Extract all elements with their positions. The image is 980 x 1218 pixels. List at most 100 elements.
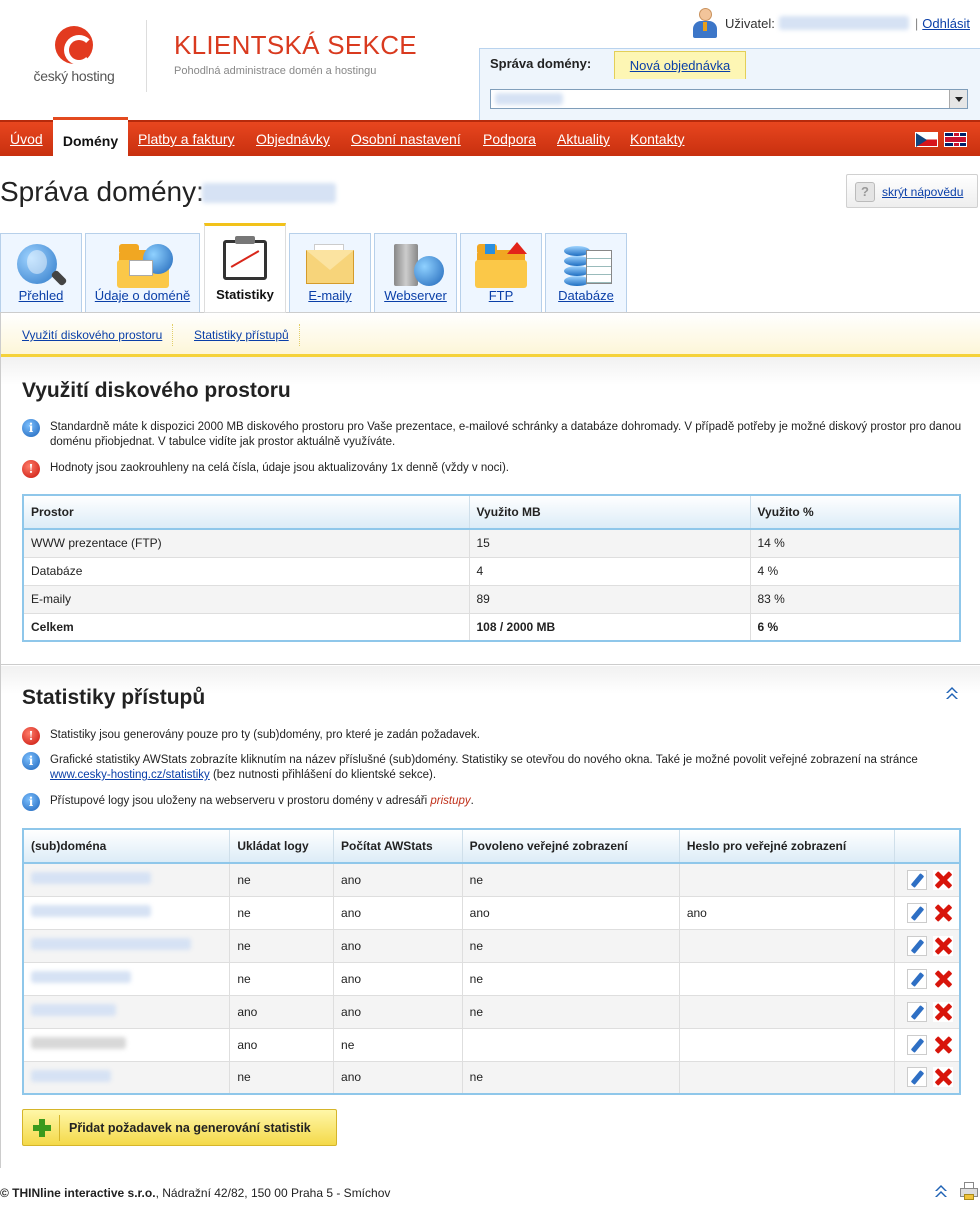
subdomain-cell[interactable] bbox=[23, 995, 231, 1029]
logout-link[interactable]: Odhlásit bbox=[922, 16, 970, 31]
menu-item-domeny[interactable]: Domény bbox=[53, 117, 128, 158]
cell: Databáze bbox=[23, 557, 470, 586]
cell: ne bbox=[229, 929, 335, 963]
subnav-disk-usage[interactable]: Využití diskového prostoru bbox=[12, 324, 174, 346]
cell: ano bbox=[229, 995, 335, 1029]
logs-info-text-b: . bbox=[470, 795, 474, 807]
menu-item-objednavky[interactable]: Objednávky bbox=[256, 122, 330, 156]
tab-prehled[interactable]: Přehled bbox=[0, 233, 82, 313]
cell bbox=[679, 995, 895, 1029]
hide-help-label[interactable]: skrýt nápovědu bbox=[882, 185, 963, 199]
cell bbox=[679, 962, 895, 996]
subdomain-redacted[interactable] bbox=[31, 971, 131, 983]
menu-item-uvod[interactable]: Úvod bbox=[10, 122, 43, 156]
delete-icon[interactable] bbox=[933, 968, 953, 989]
subdomain-cell[interactable] bbox=[23, 863, 231, 897]
row-actions bbox=[894, 896, 961, 930]
tab-databaze[interactable]: Databáze bbox=[545, 233, 627, 313]
tab-webserver[interactable]: Webserver bbox=[374, 233, 457, 313]
cell: ne bbox=[462, 929, 680, 963]
delete-icon[interactable] bbox=[933, 1034, 953, 1055]
cell: WWW prezentace (FTP) bbox=[23, 529, 470, 558]
subdomain-cell[interactable] bbox=[23, 929, 231, 963]
tab-udaje-o-domene[interactable]: Údaje o doméně bbox=[85, 233, 200, 313]
delete-icon[interactable] bbox=[933, 1001, 953, 1022]
tab-e-maily-label[interactable]: E-maily bbox=[290, 288, 370, 303]
cell bbox=[679, 929, 895, 963]
subnav-access-stats[interactable]: Statistiky přístupů bbox=[184, 324, 300, 346]
edit-icon[interactable] bbox=[907, 1067, 927, 1088]
subdomain-cell[interactable] bbox=[23, 1061, 231, 1095]
hide-help-button[interactable]: ? skrýt nápovědu bbox=[846, 174, 978, 208]
tab-statistiky-label[interactable]: Statistiky bbox=[205, 287, 285, 302]
col-vyuzito-pct: Využito % bbox=[750, 495, 961, 530]
delete-icon[interactable] bbox=[933, 902, 953, 923]
table-row: ne ano ne bbox=[23, 863, 961, 897]
tab-databaze-label[interactable]: Databáze bbox=[546, 288, 626, 303]
edit-icon[interactable] bbox=[907, 902, 927, 923]
subdomain-cell[interactable] bbox=[23, 962, 231, 996]
subdomain-redacted[interactable] bbox=[31, 872, 151, 885]
cell: ne bbox=[333, 1028, 463, 1062]
scroll-top-icon[interactable] bbox=[933, 1184, 949, 1200]
add-stats-request-button[interactable]: Přidat požadavek na generování statistik bbox=[22, 1109, 337, 1146]
cell: ano bbox=[229, 1028, 335, 1062]
menu-item-kontakty[interactable]: Kontakty bbox=[630, 122, 684, 156]
tab-statistiky[interactable]: Statistiky bbox=[204, 223, 286, 313]
tab-ftp-label[interactable]: FTP bbox=[461, 288, 541, 303]
menu-item-aktuality[interactable]: Aktuality bbox=[557, 122, 610, 156]
stats-warning-note: ! Statistiky jsou generovány pouze pro t… bbox=[22, 727, 962, 745]
logo-mark bbox=[55, 26, 94, 65]
tab-e-maily[interactable]: E-maily bbox=[289, 233, 371, 313]
edit-icon[interactable] bbox=[907, 1001, 927, 1022]
cell bbox=[679, 863, 895, 897]
page-title: Správa domény: bbox=[0, 176, 204, 207]
stats-info-note: i Grafické statistiky AWStats zobrazíte … bbox=[22, 752, 962, 783]
row-actions bbox=[894, 863, 961, 897]
menu-item-osobni-nastaveni[interactable]: Osobní nastavení bbox=[351, 122, 461, 156]
czech-flag-icon[interactable] bbox=[915, 132, 938, 147]
logo[interactable]: český hosting bbox=[24, 26, 124, 84]
chevron-down-icon[interactable] bbox=[949, 90, 967, 108]
access-stats-title: Statistiky přístupů bbox=[22, 686, 206, 709]
edit-icon[interactable] bbox=[907, 935, 927, 956]
domain-select[interactable] bbox=[490, 89, 968, 109]
menu-item-platby[interactable]: Platby a faktury bbox=[138, 122, 235, 156]
subdomain-redacted[interactable] bbox=[31, 938, 191, 950]
public-stats-link[interactable]: www.cesky-hosting.cz/statistiky bbox=[50, 769, 210, 781]
menu-item-podpora[interactable]: Podpora bbox=[483, 122, 536, 156]
tab-ftp[interactable]: FTP bbox=[460, 233, 542, 313]
col-pocitat-awstats: Počítat AWStats bbox=[333, 829, 463, 864]
subdomain-redacted[interactable] bbox=[31, 1069, 111, 1082]
subdomain-cell[interactable] bbox=[23, 896, 231, 930]
table-row-total: Celkem 108 / 2000 MB 6 % bbox=[23, 612, 961, 642]
edit-icon[interactable] bbox=[907, 869, 927, 890]
chart-board-icon bbox=[217, 236, 273, 282]
delete-icon[interactable] bbox=[933, 1067, 953, 1088]
col-povoleno-verejne: Povoleno veřejné zobrazení bbox=[462, 829, 680, 864]
uk-flag-icon[interactable] bbox=[944, 132, 967, 147]
table-row: ne ano ne bbox=[23, 962, 961, 996]
delete-icon[interactable] bbox=[933, 935, 953, 956]
site-title: KLIENTSKÁ SEKCE bbox=[174, 30, 417, 60]
table-row: ano ne bbox=[23, 1028, 961, 1062]
tab-webserver-label[interactable]: Webserver bbox=[375, 288, 456, 303]
collapse-icon[interactable] bbox=[944, 686, 960, 702]
subdomain-redacted[interactable] bbox=[31, 905, 151, 917]
tab-udaje-label[interactable]: Údaje o doméně bbox=[86, 288, 199, 303]
print-icon[interactable] bbox=[960, 1182, 978, 1200]
subdomain-redacted bbox=[31, 1037, 126, 1049]
domain-management-tab[interactable]: Správa domény: bbox=[480, 49, 614, 79]
database-icon bbox=[558, 242, 614, 288]
logs-info-text-a: Přístupové logy jsou uloženy na webserve… bbox=[50, 795, 431, 807]
cell: ne bbox=[229, 896, 335, 930]
delete-icon[interactable] bbox=[933, 869, 953, 890]
tab-prehled-label[interactable]: Přehled bbox=[1, 288, 81, 303]
new-order-tab[interactable]: Nová objednávka bbox=[614, 51, 746, 79]
sub-navigation: Využití diskového prostoru Statistiky př… bbox=[1, 313, 980, 357]
subdomain-redacted[interactable] bbox=[31, 1004, 116, 1016]
edit-icon[interactable] bbox=[907, 968, 927, 989]
cell: 15 bbox=[469, 529, 751, 558]
disk-usage-title: Využití diskového prostoru bbox=[22, 379, 291, 402]
edit-icon[interactable] bbox=[907, 1034, 927, 1055]
